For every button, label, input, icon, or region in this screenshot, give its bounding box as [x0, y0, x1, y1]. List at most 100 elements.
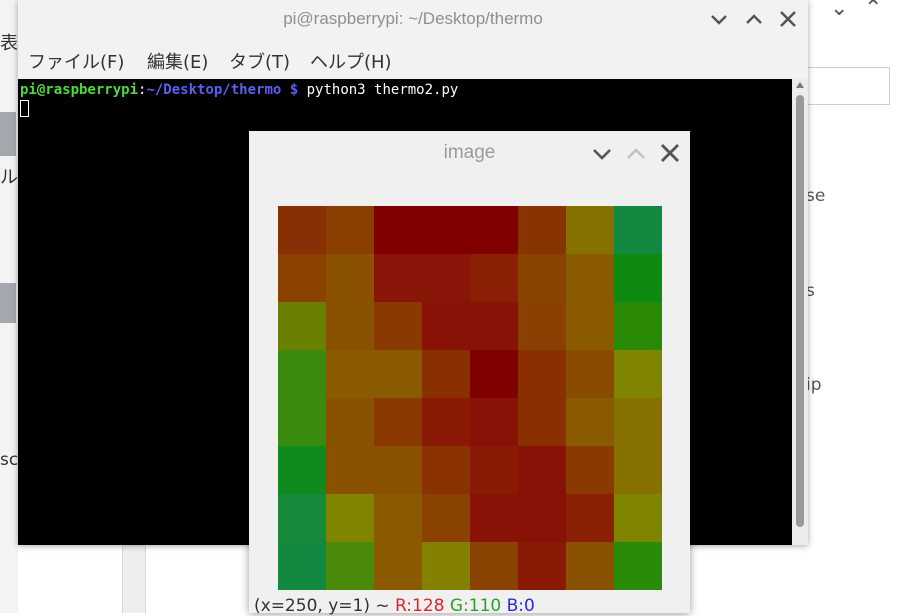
heatmap-cell [374, 302, 422, 350]
heatmap-cell [614, 446, 662, 494]
prompt-user: pi@raspberrypi [20, 82, 139, 98]
heatmap-cell [614, 302, 662, 350]
terminal-command-line: pi@raspberrypi:~/Desktop/thermo $ python… [20, 82, 458, 98]
background-divider [145, 545, 146, 613]
close-icon [780, 11, 796, 27]
heatmap-cell [566, 206, 614, 254]
chevron-up-icon [746, 14, 762, 24]
prompt-path: ~/Desktop/thermo $ [146, 82, 299, 98]
menu-help[interactable]: ヘルプ(H) [310, 48, 392, 74]
heatmap-cell [326, 350, 374, 398]
heatmap-cell [566, 494, 614, 542]
close-button[interactable] [775, 6, 801, 32]
heatmap-cell [278, 446, 326, 494]
heatmap-cell [422, 446, 470, 494]
heatmap-cell [422, 206, 470, 254]
heatmap-cell [518, 254, 566, 302]
heatmap-cell [614, 350, 662, 398]
background-list-item [0, 283, 16, 323]
heatmap-cell [278, 206, 326, 254]
heatmap-cell [374, 254, 422, 302]
heatmap-cell [374, 446, 422, 494]
heatmap-cell [614, 494, 662, 542]
heatmap-cell [518, 350, 566, 398]
terminal-scrollbar[interactable] [792, 79, 808, 545]
terminal-titlebar[interactable]: pi@raspberrypi: ~/Desktop/thermo [18, 0, 808, 40]
background-list-item [0, 112, 16, 156]
heatmap-cell [374, 542, 422, 590]
scroll-up-arrow-icon[interactable] [796, 82, 804, 88]
image-window: image (x=250, y=1) ~ R:128 G:110 B:0 [249, 131, 690, 616]
background-panel [122, 545, 145, 613]
background-fragment: sc [0, 450, 19, 470]
heatmap-cell [470, 302, 518, 350]
menu-file[interactable]: ファイル(F) [28, 48, 124, 74]
heatmap-cell [566, 398, 614, 446]
background-maximize-icon[interactable]: ⌃ [864, 0, 882, 21]
background-minimize-icon[interactable]: ⌄ [830, 0, 848, 21]
background-text-fragment: ip [806, 375, 822, 395]
heatmap-cell [326, 206, 374, 254]
terminal-title: pi@raspberrypi: ~/Desktop/thermo [283, 9, 543, 28]
status-green-value: G:110 [449, 596, 502, 616]
heatmap-cell [278, 350, 326, 398]
background-char-2: ル [0, 167, 18, 188]
heatmap-cell [374, 398, 422, 446]
heatmap-cell [278, 302, 326, 350]
heatmap-cell [566, 254, 614, 302]
background-char-1: 表 [0, 33, 18, 54]
background-window-left-strip: 表 ル sc [0, 0, 18, 613]
heatmap-cell [518, 398, 566, 446]
heatmap-cell [566, 542, 614, 590]
heatmap-cell [326, 542, 374, 590]
heatmap-cell [278, 542, 326, 590]
menu-tabs[interactable]: タブ(T) [229, 48, 290, 74]
menu-bar: ファイル(F) 編集(E) タブ(T) ヘルプ(H) [18, 44, 808, 76]
heatmap-cell [326, 398, 374, 446]
heatmap-cell [470, 494, 518, 542]
command-text: python3 thermo2.py [298, 82, 459, 98]
heatmap-cell [422, 398, 470, 446]
chevron-up-icon [627, 148, 645, 159]
thermal-heatmap-image[interactable] [278, 206, 662, 590]
maximize-button[interactable] [741, 6, 767, 32]
minimize-button[interactable] [706, 6, 732, 32]
heatmap-cell [422, 494, 470, 542]
image-close-button[interactable] [657, 140, 683, 166]
heatmap-cell [422, 542, 470, 590]
heatmap-cell [470, 206, 518, 254]
menu-edit[interactable]: 編集(E) [147, 48, 208, 74]
heatmap-cell [278, 254, 326, 302]
status-red-value: R:128 [395, 596, 445, 616]
scrollbar-thumb[interactable] [796, 95, 804, 527]
heatmap-cell [374, 494, 422, 542]
heatmap-cell [614, 254, 662, 302]
image-window-titlebar[interactable]: image [249, 131, 690, 175]
background-text-fragment: se [806, 186, 826, 206]
heatmap-cell [278, 494, 326, 542]
chevron-down-icon [711, 15, 727, 25]
heatmap-cell [470, 254, 518, 302]
heatmap-cell [422, 254, 470, 302]
image-maximize-button[interactable] [623, 140, 649, 166]
status-coords: (x=250, y=1) ~ [254, 596, 390, 616]
heatmap-cell [374, 206, 422, 254]
heatmap-cell [518, 542, 566, 590]
heatmap-cell [470, 446, 518, 494]
heatmap-cell [566, 302, 614, 350]
heatmap-cell [326, 446, 374, 494]
text-cursor [20, 100, 29, 117]
heatmap-cell [518, 446, 566, 494]
heatmap-cell [518, 302, 566, 350]
heatmap-cell [470, 398, 518, 446]
heatmap-cell [566, 446, 614, 494]
heatmap-cell [470, 350, 518, 398]
heatmap-cell [566, 350, 614, 398]
heatmap-cell [422, 350, 470, 398]
heatmap-cell [470, 542, 518, 590]
close-icon [661, 144, 679, 162]
background-search-input[interactable] [806, 67, 890, 105]
image-minimize-button[interactable] [589, 140, 615, 166]
heatmap-cell [326, 302, 374, 350]
heatmap-cell [374, 350, 422, 398]
